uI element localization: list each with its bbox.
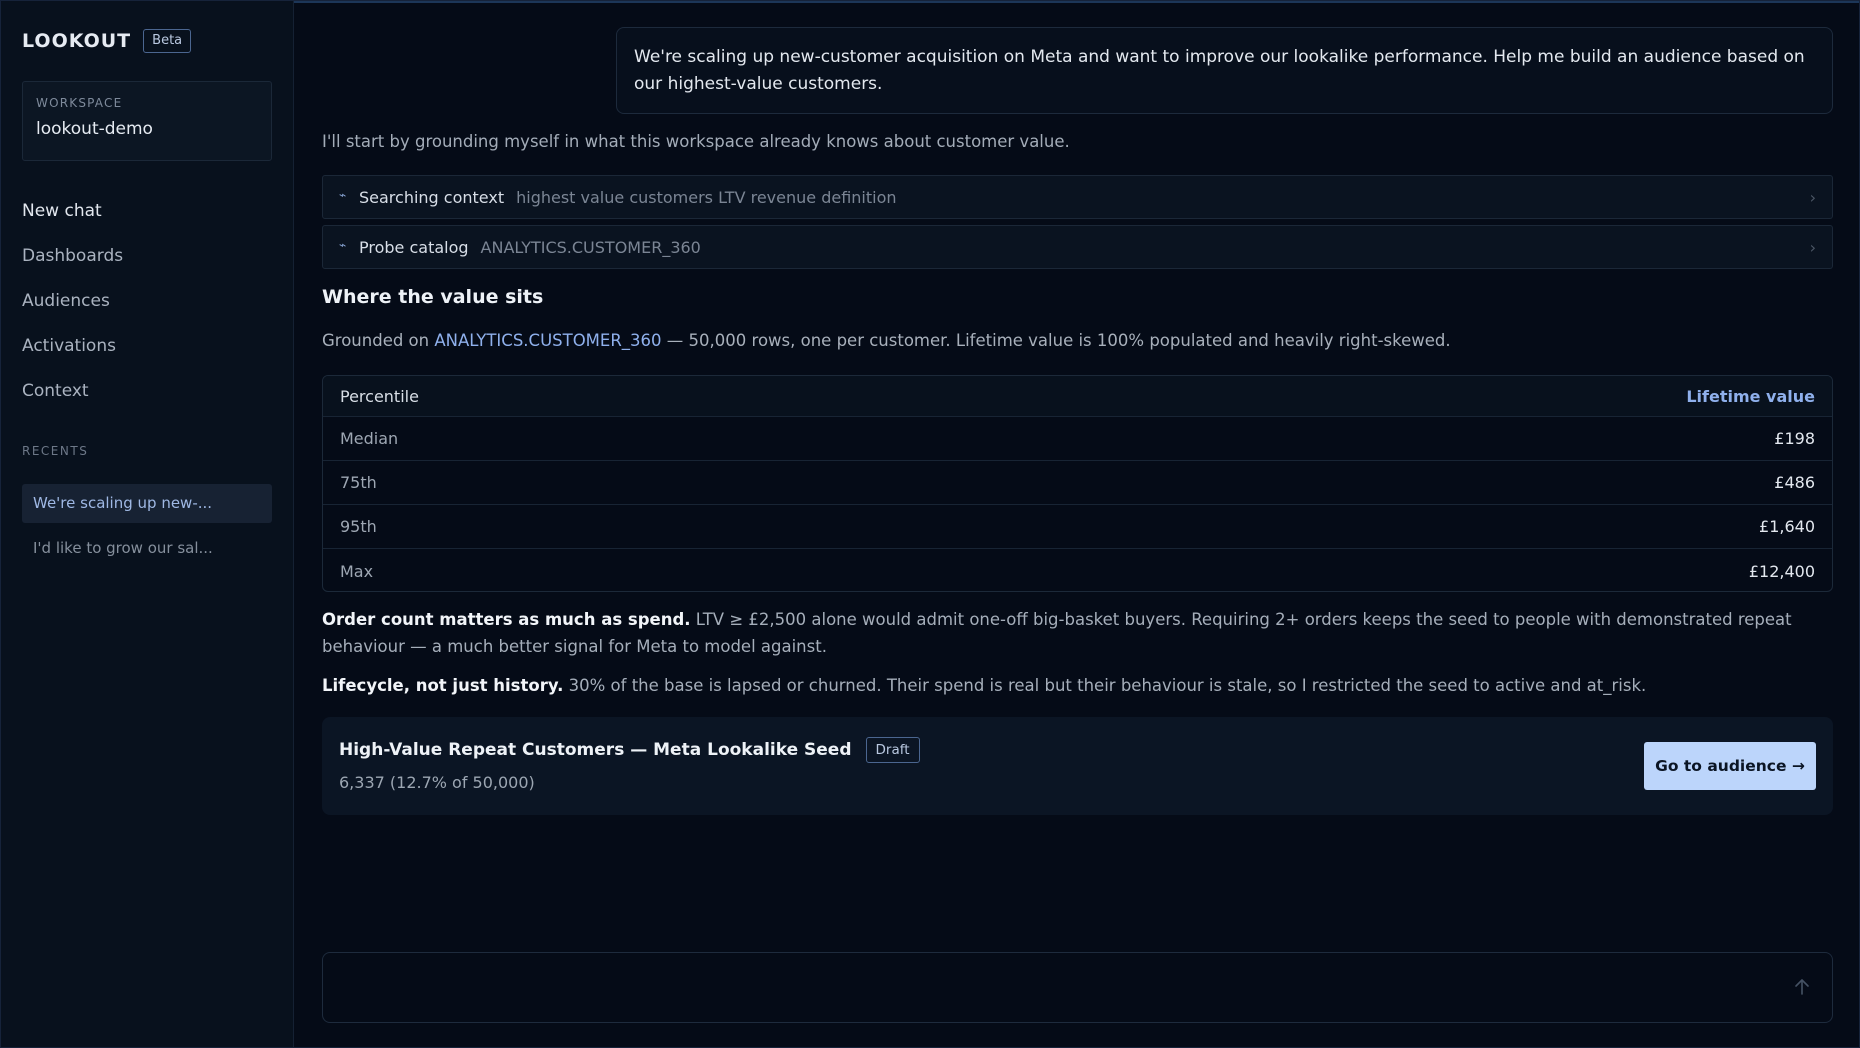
workspace-selector[interactable]: WORKSPACE lookout-demo: [22, 81, 272, 161]
table-cell: Max: [340, 561, 374, 581]
workspace-value: lookout-demo: [36, 119, 153, 139]
chevron-right-icon: ›: [1809, 237, 1816, 257]
paragraph-body: 30% of the base is lapsed or churned. Th…: [563, 676, 1647, 695]
table-cell: 75th: [340, 473, 377, 492]
grounded-text: Grounded on ANALYTICS.CUSTOMER_360 — 50,…: [322, 331, 1451, 350]
nav-item-audiences[interactable]: Audiences: [22, 279, 272, 324]
audience-size: 6,337 (12.7% of 50,000): [339, 773, 535, 792]
paragraph-lead: Lifecycle, not just history.: [322, 676, 564, 695]
message-composer: [322, 952, 1833, 1023]
message-input[interactable]: [323, 953, 1832, 1022]
recents-label: RECENTS: [22, 444, 89, 458]
table-row: 75th £486: [323, 461, 1832, 505]
audience-card-title-row: High-Value Repeat Customers — Meta Looka…: [339, 737, 1816, 763]
table-cell: £198: [1774, 429, 1815, 448]
table-cell: £1,640: [1759, 517, 1815, 536]
go-to-audience-button[interactable]: Go to audience →: [1644, 742, 1816, 790]
paragraph-lead: Order count matters as much as spend.: [322, 610, 691, 629]
beta-badge: Beta: [143, 29, 192, 53]
column-header-percentile: Percentile: [340, 386, 419, 406]
sparkle-icon: ⌁: [339, 188, 347, 202]
sparkle-icon: ⌁: [339, 238, 347, 252]
nav-item-context[interactable]: Context: [22, 369, 272, 414]
table-header-row: Percentile Lifetime value: [323, 376, 1832, 417]
table-row: Max £12,400: [323, 549, 1832, 591]
tool-call-probe-catalog[interactable]: ⌁ Probe catalog ANALYTICS.CUSTOMER_360 ›: [322, 225, 1833, 269]
ltv-percentile-table: Percentile Lifetime value Median £198 75…: [322, 375, 1833, 592]
nav-item-dashboards[interactable]: Dashboards: [22, 234, 272, 279]
user-message: We're scaling up new-customer acquisitio…: [616, 27, 1833, 114]
brand-logo[interactable]: LOOKOUT: [22, 30, 131, 52]
grounded-suffix: — 50,000 rows, one per customer. Lifetim…: [661, 331, 1451, 350]
audience-title: High-Value Repeat Customers — Meta Looka…: [339, 740, 852, 760]
tool-name: Searching context: [359, 187, 505, 207]
section-title: Where the value sits: [322, 286, 544, 308]
tool-arg: highest value customers LTV revenue defi…: [516, 187, 897, 207]
arrow-up-icon[interactable]: [1790, 975, 1814, 999]
tool-name: Probe catalog: [359, 237, 469, 257]
recent-item[interactable]: I'd like to grow our sal...: [22, 529, 272, 568]
tool-arg: ANALYTICS.CUSTOMER_360: [480, 237, 701, 257]
workspace-label: WORKSPACE: [36, 96, 123, 110]
sidebar-nav: New chat Dashboards Audiences Activation…: [22, 189, 272, 414]
sidebar: LOOKOUT Beta WORKSPACE lookout-demo New …: [1, 1, 294, 1047]
assistant-intro: I'll start by grounding myself in what t…: [322, 132, 1070, 151]
audience-card: High-Value Repeat Customers — Meta Looka…: [322, 717, 1833, 815]
recents-list: We're scaling up new-... I'd like to gro…: [22, 484, 272, 568]
draft-badge: Draft: [865, 737, 920, 763]
tool-call-searching-context[interactable]: ⌁ Searching context highest value custom…: [322, 175, 1833, 219]
brand: LOOKOUT Beta: [22, 27, 272, 55]
catalog-link[interactable]: ANALYTICS.CUSTOMER_360: [434, 331, 661, 350]
nav-item-new-chat[interactable]: New chat: [22, 189, 272, 234]
column-header-lifetime-value[interactable]: Lifetime value: [1686, 387, 1815, 406]
table-row: Median £198: [323, 417, 1832, 461]
table-cell: 95th: [340, 517, 377, 536]
table-row: 95th £1,640: [323, 505, 1832, 549]
recent-item[interactable]: We're scaling up new-...: [22, 484, 272, 523]
table-cell: £486: [1774, 473, 1815, 492]
table-cell: Median: [340, 429, 399, 448]
chevron-right-icon: ›: [1809, 187, 1816, 207]
paragraph-lifecycle: Lifecycle, not just history. 30% of the …: [322, 672, 1833, 699]
app-window: LOOKOUT Beta WORKSPACE lookout-demo New …: [0, 0, 1860, 1048]
chat-main: We're scaling up new-customer acquisitio…: [294, 1, 1859, 1047]
table-cell: £12,400: [1748, 561, 1815, 581]
nav-item-activations[interactable]: Activations: [22, 324, 272, 369]
paragraph-order-count: Order count matters as much as spend. LT…: [322, 606, 1833, 660]
grounded-prefix: Grounded on: [322, 331, 435, 350]
